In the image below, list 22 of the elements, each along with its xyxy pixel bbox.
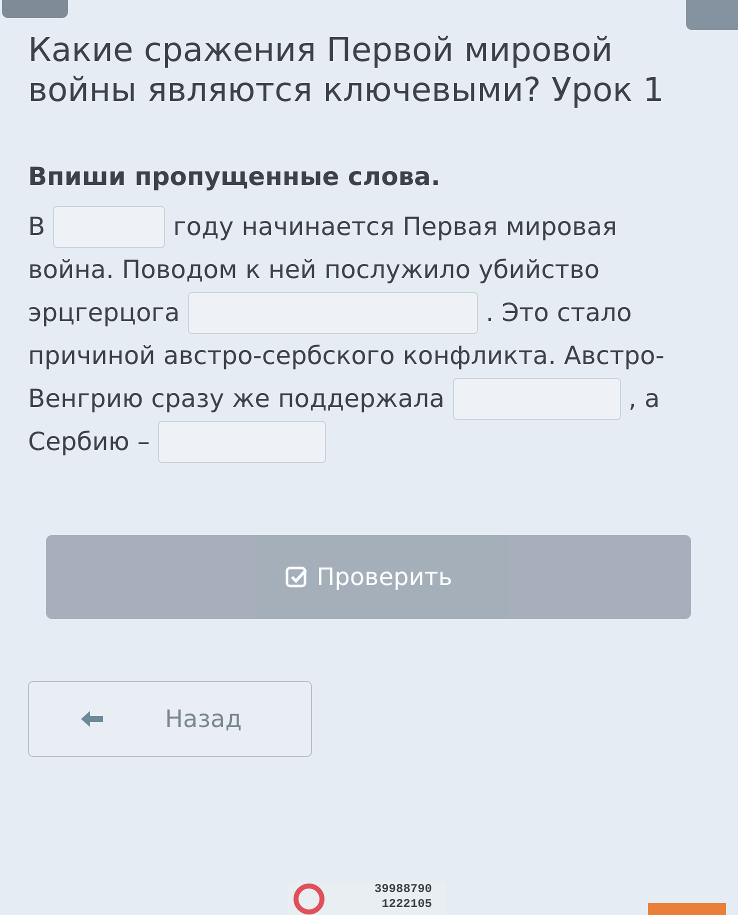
header-bar bbox=[2, 0, 68, 18]
sticker-number: 1222105 bbox=[380, 897, 432, 912]
answer-box[interactable] bbox=[188, 292, 478, 334]
arrow-left-icon bbox=[79, 709, 105, 729]
task-text: В bbox=[28, 212, 46, 241]
task-text: . Это стало bbox=[486, 298, 632, 327]
task-text: причиной австро-сербского конфликта. Австро- bbox=[28, 341, 664, 370]
back-button[interactable]: Назад bbox=[28, 681, 312, 757]
answer-box[interactable] bbox=[452, 378, 621, 420]
circle-icon bbox=[292, 882, 326, 915]
task-text: эрцгерцога bbox=[28, 298, 180, 327]
answer-box[interactable] bbox=[53, 206, 166, 248]
task-instruction: Впиши пропущенные слова. bbox=[28, 162, 442, 191]
task-text: война. Поводом к ней послужило убийство bbox=[28, 255, 600, 284]
answer-box[interactable] bbox=[158, 420, 326, 462]
task-text: году начинается Первая мировая bbox=[173, 212, 618, 241]
task-text: , а bbox=[628, 384, 660, 413]
sticker-number: 39988790 bbox=[373, 882, 432, 897]
lesson-title: Какие сражения Первой мировой войны являются ключевыми? Урок 1 bbox=[28, 30, 666, 110]
task-text: Сербию – bbox=[28, 427, 150, 456]
checkbox-icon bbox=[284, 565, 309, 589]
task-text: Венгрию сразу же поддержала bbox=[28, 384, 445, 413]
